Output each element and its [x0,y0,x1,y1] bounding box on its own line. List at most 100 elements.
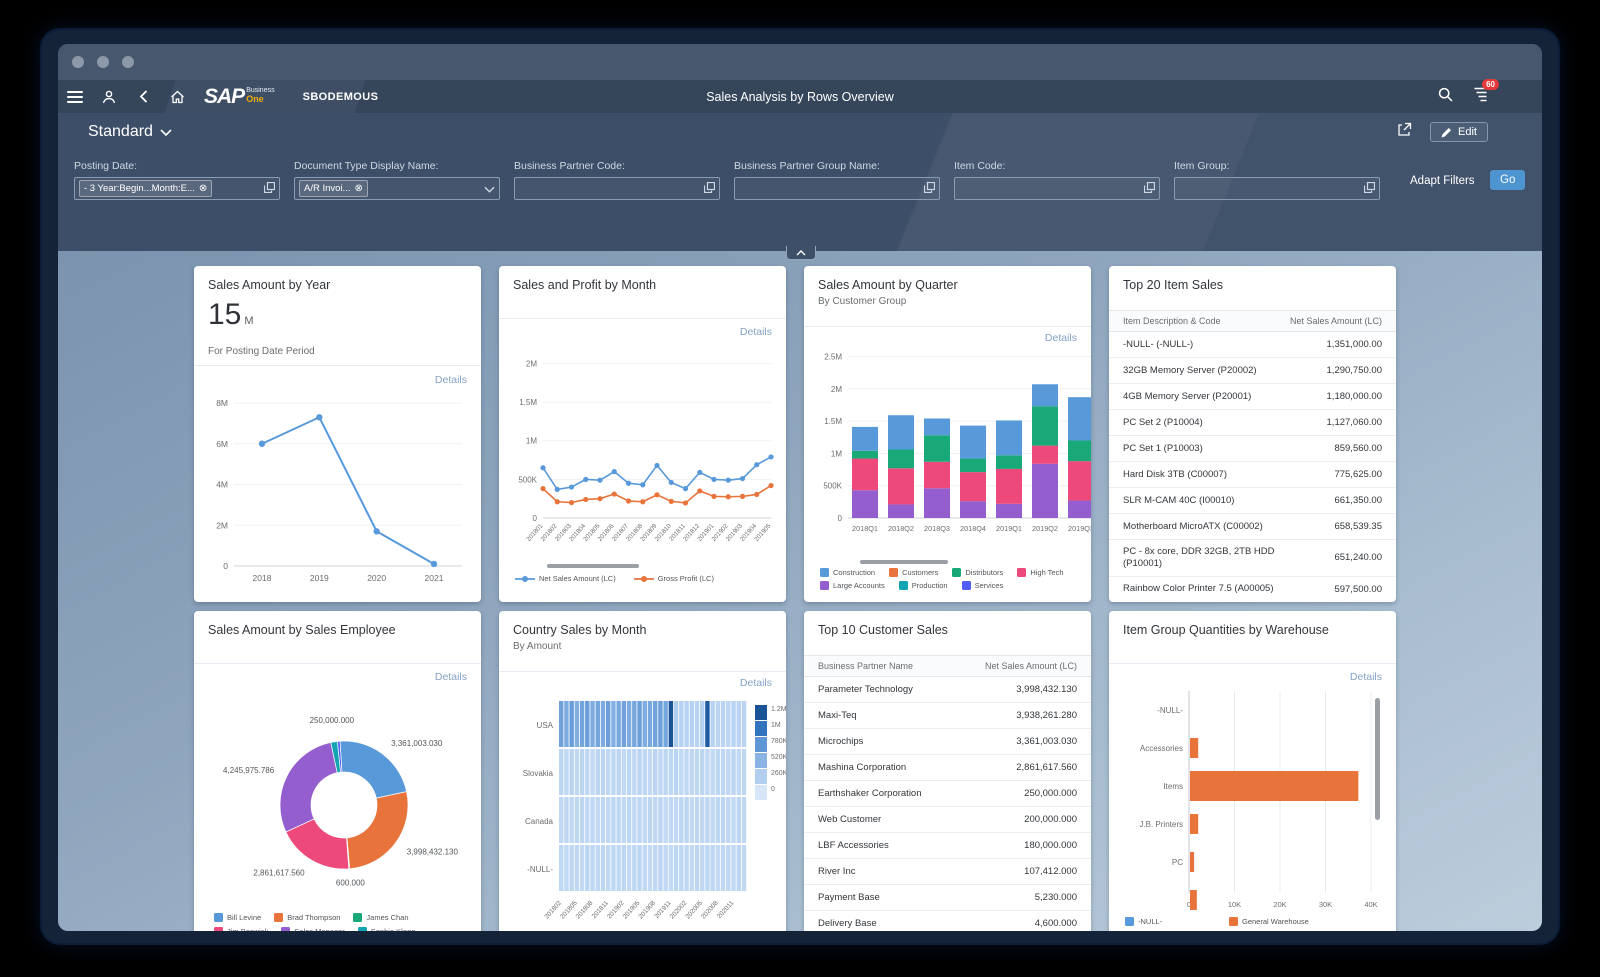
notifications-icon[interactable]: 60 [1473,87,1490,107]
row-label: PC Set 1 (P10003) [1123,443,1203,455]
legend-item-production: Production [899,581,948,590]
filter-input-item-group[interactable] [1174,177,1380,200]
svg-text:0: 0 [223,561,228,571]
row-value: 1,180,000.00 [1327,391,1382,402]
details-link[interactable]: Details [740,677,772,689]
filter-label: Document Type Display Name: [294,160,500,172]
hbar-chart-item-group-quantities: 010K20K30K40K-NULL-AccessoriesItemsJ.B. … [1109,687,1396,915]
window-close-button[interactable] [72,56,84,68]
row-label: Hard Disk 3TB (C00007) [1123,469,1227,481]
table-row[interactable]: Web Customer200,000.000 [804,807,1091,833]
table-row[interactable]: 32GB Memory Server (P20002)1,290,750.00 [1109,358,1396,384]
filter-token[interactable]: - 3 Year:Begin...Month:E...⊗ [79,180,212,197]
table-row[interactable]: River Inc107,412.000 [804,859,1091,885]
user-icon[interactable] [92,80,126,113]
svg-text:500K: 500K [518,475,537,484]
row-label: Delivery Base [818,918,877,930]
system-name: SBODEMOUS [303,91,379,103]
filter-token[interactable]: A/R Invoi...⊗ [299,180,368,197]
table-row[interactable]: Payment Base5,230.000 [804,885,1091,911]
window-minimize-button[interactable] [97,56,109,68]
legend-item-bill-levine: Bill Levine [214,913,261,922]
filter-input-business-partner-group-name[interactable] [734,177,940,200]
card-subtitle: By Customer Group [818,296,906,307]
chart-scrollbar-horizontal[interactable] [547,564,639,568]
table-row[interactable]: Motherboard MicroATX (C00002)658,539.35 [1109,514,1396,540]
home-icon[interactable] [160,80,194,113]
chart-scrollbar-vertical[interactable] [1375,698,1380,820]
line-chart-sales-by-year: 8M6M4M2M02018201920202021 [194,388,481,598]
filter-input-business-partner-code[interactable] [514,177,720,200]
svg-text:2019Q2: 2019Q2 [1032,524,1058,533]
divider [804,326,1091,327]
svg-text:2018Q2: 2018Q2 [888,524,914,533]
details-link[interactable]: Details [435,671,467,683]
details-link[interactable]: Details [1350,671,1382,683]
collapse-header-button[interactable] [786,246,816,260]
app-window: SAP Business One SBODEMOUS Sales Analysi… [42,30,1558,943]
search-icon[interactable] [1438,87,1453,107]
filter-input-posting-date[interactable]: - 3 Year:Begin...Month:E...⊗ [74,177,280,200]
details-link[interactable]: Details [435,374,467,386]
table-row[interactable]: PC Set 2 (P10004)1,127,060.00 [1109,410,1396,436]
value-help-icon[interactable] [924,180,935,198]
row-label: Microchips [818,736,863,748]
table-header: Item Description & CodeNet Sales Amount … [1109,310,1396,332]
chart-scrollbar-horizontal[interactable] [860,560,948,564]
table-row[interactable]: Maxi-Teq3,938,261.280 [804,703,1091,729]
table-row[interactable]: LBF Accessories180,000.000 [804,833,1091,859]
filter-input-item-code[interactable] [954,177,1160,200]
svg-text:30K: 30K [1319,900,1332,909]
table-row[interactable]: Delivery Base4,600.000 [804,911,1091,931]
table-row[interactable]: -NULL- (-NULL-)1,351,000.00 [1109,332,1396,358]
edit-button[interactable]: Edit [1430,122,1488,142]
filter-field-document-type-display-name: Document Type Display Name: A/R Invoi...⊗ [294,160,500,200]
row-label: -NULL- (-NULL-) [1123,339,1193,351]
svg-text:260K: 260K [771,770,786,777]
card-title: Top 20 Item Sales [1123,278,1223,292]
remove-token-icon[interactable]: ⊗ [199,183,207,194]
go-button[interactable]: Go [1490,170,1525,190]
divider [499,318,786,319]
table-row[interactable]: Parameter Technology3,998,432.130 [804,677,1091,703]
table-row[interactable]: Microchips3,361,003.030 [804,729,1091,755]
dashboard-content: Sales Amount by Year 15M For Posting Dat… [58,251,1542,931]
legend-item-null: -NULL- [1125,917,1229,926]
filter-bar: Adapt Filters Go Posting Date:- 3 Year:B… [58,151,1542,251]
table-row[interactable]: Hard Disk 3TB (C00007)775,625.00 [1109,462,1396,488]
chevron-down-icon[interactable] [484,180,495,198]
back-icon[interactable] [126,80,160,113]
kpi-caption: For Posting Date Period [208,346,315,357]
value-help-icon[interactable] [1144,180,1155,198]
row-value: 1,290,750.00 [1327,365,1382,376]
edit-button-label: Edit [1458,126,1477,138]
value-help-icon[interactable] [704,180,715,198]
table-row[interactable]: Rainbow Color Printer 7.5 (A00005)597,50… [1109,577,1396,602]
value-help-icon[interactable] [264,180,275,198]
svg-text:2.5M: 2.5M [824,352,842,361]
table-row[interactable]: PC Set 1 (P10003)859,560.00 [1109,436,1396,462]
legend-item-high-tech: High Tech [1017,568,1063,577]
table-row[interactable]: Earthshaker Corporation250,000.000 [804,781,1091,807]
divider [194,365,481,366]
card-title: Sales Amount by Year [208,278,330,292]
svg-text:2,861,617.560: 2,861,617.560 [253,868,305,877]
window-zoom-button[interactable] [122,56,134,68]
menu-icon[interactable] [58,80,92,113]
row-label: Web Customer [818,814,881,826]
filter-field-item-group: Item Group: [1174,160,1380,200]
table-row[interactable]: 4GB Memory Server (P20001)1,180,000.00 [1109,384,1396,410]
adapt-filters-button[interactable]: Adapt Filters [1410,175,1475,187]
value-help-icon[interactable] [1364,180,1375,198]
filter-input-document-type-display-name[interactable]: A/R Invoi...⊗ [294,177,500,200]
row-label: Maxi-Teq [818,710,857,722]
share-icon[interactable] [1397,122,1412,142]
remove-token-icon[interactable]: ⊗ [354,183,362,194]
table-row[interactable]: Mashina Corporation2,861,617.560 [804,755,1091,781]
variant-selector[interactable]: Standard [88,123,172,141]
card-title: Item Group Quantities by Warehouse [1123,623,1329,637]
row-value: 651,240.00 [1334,552,1382,563]
card-item-group-quantities-by-warehouse: Item Group Quantities by Warehouse Detai… [1109,611,1396,931]
table-row[interactable]: SLR M-CAM 40C (I00010)661,350.00 [1109,488,1396,514]
table-row[interactable]: PC - 8x core, DDR 32GB, 2TB HDD (P10001)… [1109,540,1396,577]
